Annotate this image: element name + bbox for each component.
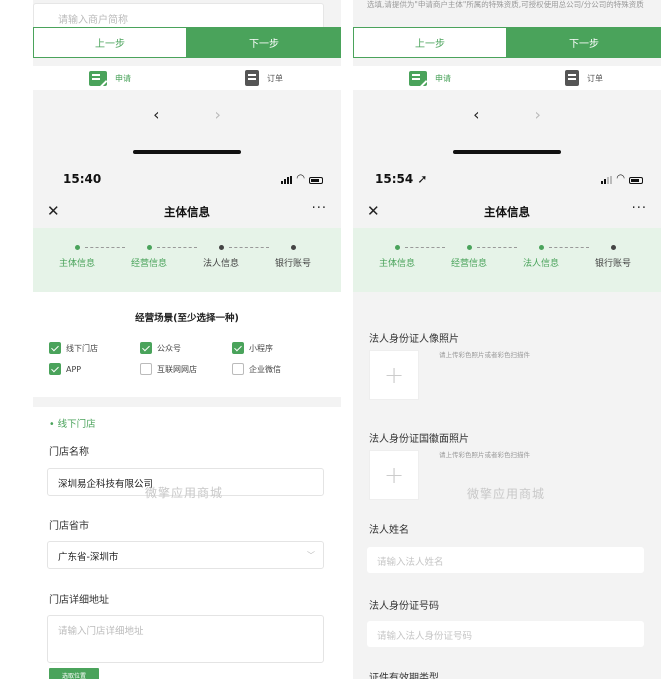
signal-icon (281, 176, 293, 184)
offline-store-heading: • 线下门店 (49, 419, 96, 430)
tab-order[interactable]: 订单 (507, 70, 661, 86)
watermark: 微擎应用商城 (145, 486, 224, 500)
store-address-input[interactable]: 请输入门店详细地址 (47, 615, 324, 663)
id-back-upload[interactable]: + (369, 450, 419, 500)
browser-nav-bar: ‹ › (33, 95, 341, 159)
watermark: 微擎应用商城 (467, 487, 546, 501)
legal-id-input[interactable]: 请输入法人身份证号码 (367, 621, 644, 647)
legal-id-label: 法人身份证号码 (369, 601, 439, 612)
store-city-label: 门店省市 (49, 521, 89, 532)
chevron-down-icon: ﹀ (307, 551, 315, 560)
checkbox-wecom[interactable]: 企业微信 (232, 363, 281, 375)
apply-icon (409, 70, 427, 86)
checkbox-mini-program[interactable]: 小程序 (232, 342, 273, 354)
progress-stepper: 主体信息 经营信息 法人信息 银行账号 (33, 228, 341, 292)
step-4: 银行账号 (263, 245, 323, 269)
battery-icon (629, 177, 643, 184)
status-bar: 15:40 ◠ (33, 162, 341, 196)
tab-apply-label: 申请 (435, 73, 451, 83)
browser-nav-bar: ‹ › (353, 95, 661, 159)
more-icon[interactable]: ··· (312, 201, 327, 216)
main-content: 法人身份证人像照片 + 请上传彩色照片或者彩色扫描件 法人身份证国徽面照片 + … (353, 292, 661, 679)
scenario-title: 经营场景(至少选择一种) (135, 313, 239, 324)
store-city-select[interactable]: 广东省-深圳市 ﹀ (47, 541, 324, 569)
id-back-hint: 请上传彩色照片或者彩色扫描件 (439, 451, 530, 459)
store-city-value: 广东省-深圳市 (58, 552, 119, 563)
id-front-hint: 请上传彩色照片或者彩色扫描件 (439, 351, 530, 359)
select-location-button[interactable]: 选取位置 (49, 668, 99, 679)
wifi-icon: ◠ (296, 173, 305, 184)
tab-order[interactable]: 订单 (187, 70, 341, 86)
tab-apply[interactable]: 申请 (33, 70, 187, 86)
forward-arrow-icon[interactable]: › (215, 105, 221, 124)
step-2: 经营信息 (119, 245, 179, 269)
right-phone: 选填,请提供为"申请商户主体"所属的特殊资质,可授权使用总公司/分公司的特殊资质… (353, 0, 661, 679)
checkbox-online-store[interactable]: 互联网网店 (140, 363, 197, 375)
step-1: 主体信息 (367, 245, 427, 269)
id-front-label: 法人身份证人像照片 (369, 334, 459, 345)
status-time: 15:40 (63, 172, 102, 186)
back-arrow-icon[interactable]: ‹ (473, 105, 479, 124)
tab-apply-label: 申请 (115, 73, 131, 83)
step-buttons: 上一步 下一步 (33, 27, 341, 58)
prev-step-button[interactable]: 上一步 (353, 27, 507, 58)
store-address-label: 门店详细地址 (49, 595, 109, 606)
section-divider (33, 397, 341, 407)
signal-icon (601, 176, 613, 184)
order-icon (565, 70, 579, 86)
plus-icon: + (383, 461, 405, 489)
page-title: 主体信息 (164, 205, 210, 219)
screenshot-stage: 请输入商户简称 上一步 下一步 申请 订单 ‹ › 15:40 ◠ ✕ 主体信息… (0, 0, 666, 679)
title-bar: ✕ 主体信息 ··· (33, 196, 341, 228)
progress-stepper: 主体信息 经营信息 法人信息 银行账号 (353, 228, 661, 292)
apply-icon (89, 70, 107, 86)
bottom-tab-bar: 申请 订单 (33, 66, 341, 90)
plus-icon: + (383, 361, 405, 389)
previous-page-remnant: 选填,请提供为"申请商户主体"所属的特殊资质,可授权使用总公司/分公司的特殊资质… (353, 0, 661, 160)
id-front-upload[interactable]: + (369, 350, 419, 400)
forward-arrow-icon[interactable]: › (535, 105, 541, 124)
step-4: 银行账号 (583, 245, 643, 269)
home-indicator (133, 150, 241, 154)
previous-page-remnant: 请输入商户简称 上一步 下一步 申请 订单 ‹ › (33, 0, 341, 160)
step-3: 法人信息 (511, 245, 571, 269)
order-icon (245, 70, 259, 86)
id-back-label: 法人身份证国徽面照片 (369, 434, 469, 445)
checkbox-app[interactable]: APP (49, 363, 81, 375)
page-title: 主体信息 (484, 205, 530, 219)
battery-icon (309, 177, 323, 184)
checkbox-official-account[interactable]: 公众号 (140, 342, 181, 354)
status-bar: 15:54 ➚ ◠ (353, 162, 661, 196)
step-buttons: 上一步 下一步 (353, 27, 661, 58)
more-icon[interactable]: ··· (632, 201, 647, 216)
wifi-icon: ◠ (616, 173, 625, 184)
step-3: 法人信息 (191, 245, 251, 269)
prev-step-button[interactable]: 上一步 (33, 27, 187, 58)
status-time: 15:54 ➚ (375, 172, 428, 186)
tab-order-label: 订单 (587, 73, 603, 83)
back-arrow-icon[interactable]: ‹ (153, 105, 159, 124)
legal-name-input[interactable]: 请输入法人姓名 (367, 547, 644, 573)
store-name-label: 门店名称 (49, 447, 89, 458)
title-bar: ✕ 主体信息 ··· (353, 196, 661, 228)
tab-order-label: 订单 (267, 73, 283, 83)
special-qualification-hint: 选填,请提供为"申请商户主体"所属的特殊资质,可授权使用总公司/分公司的特殊资质 (367, 0, 644, 9)
merchant-short-name-input[interactable]: 请输入商户简称 (33, 3, 324, 29)
legal-name-label: 法人姓名 (369, 525, 409, 536)
id-validity-type-label: 证件有效期类型 (369, 673, 439, 679)
tab-apply[interactable]: 申请 (353, 70, 507, 86)
bottom-tab-bar: 申请 订单 (353, 66, 661, 90)
left-phone: 请输入商户简称 上一步 下一步 申请 订单 ‹ › 15:40 ◠ ✕ 主体信息… (33, 0, 341, 679)
step-1: 主体信息 (47, 245, 107, 269)
next-step-button[interactable]: 下一步 (187, 27, 341, 58)
main-content: 经营场景(至少选择一种) 线下门店 公众号 小程序 APP 互联网网店 企业微信… (33, 292, 341, 679)
step-2: 经营信息 (439, 245, 499, 269)
home-indicator (453, 150, 561, 154)
next-step-button[interactable]: 下一步 (507, 27, 661, 58)
checkbox-offline-store[interactable]: 线下门店 (49, 342, 98, 354)
